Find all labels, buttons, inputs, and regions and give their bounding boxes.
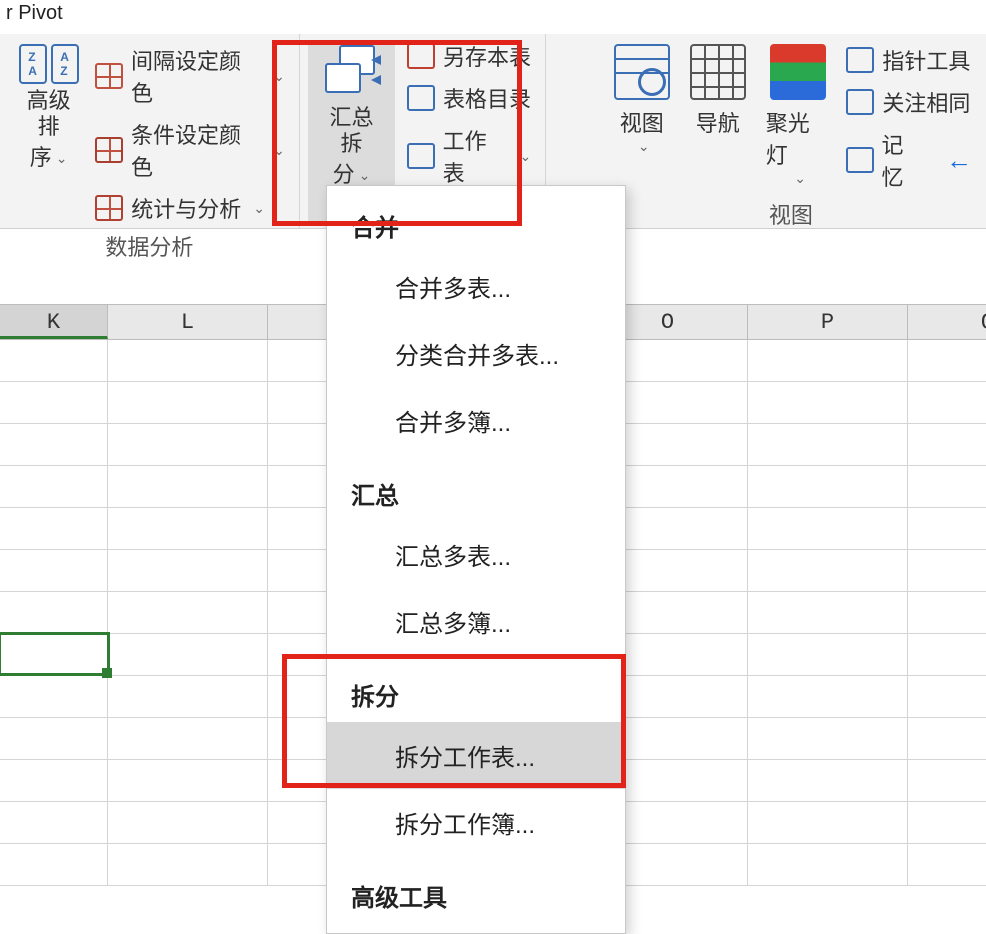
summary-split-label-1: 汇总拆 xyxy=(319,105,384,158)
view-label: 视图 xyxy=(620,106,664,138)
save-as-icon xyxy=(407,43,435,69)
table-toc-label: 表格目录 xyxy=(443,82,531,114)
chevron-down-icon: ⌄ xyxy=(359,167,371,184)
arrow-left-icon: ← xyxy=(946,145,972,176)
view-far-list: 指针工具 关注相同 记忆 ← xyxy=(840,44,978,192)
title-bar: r Pivot xyxy=(0,0,986,34)
sort-label-1: 高级排 xyxy=(16,88,81,141)
chevron-down-icon: ⌄ xyxy=(56,150,68,167)
conditional-color-button[interactable]: 条件设定颜色 ⌄ xyxy=(95,118,285,182)
condition-icon xyxy=(95,137,123,163)
split-icon xyxy=(325,45,377,101)
fill-handle[interactable] xyxy=(102,668,112,678)
stats-analysis-button[interactable]: 统计与分析 ⌄ xyxy=(95,192,285,224)
dd-section-summary: 汇总 xyxy=(327,454,625,521)
chevron-down-icon: ⌄ xyxy=(273,68,285,85)
focus-same-button[interactable]: 关注相同 xyxy=(846,86,972,118)
spotlight-icon xyxy=(770,44,826,100)
column-header-Q[interactable]: Q xyxy=(908,305,986,339)
worksheet-button[interactable]: 工作表 ⌄ xyxy=(407,124,531,188)
column-header-P[interactable]: P xyxy=(748,305,908,339)
app-title: r Pivot xyxy=(6,2,63,24)
nav-button[interactable]: 导航 xyxy=(680,44,756,192)
dd-item-summary-tables[interactable]: 汇总多表... xyxy=(327,521,625,588)
dd-item-summary-workbooks[interactable]: 汇总多簿... xyxy=(327,588,625,655)
memory-button[interactable]: 记忆 ← xyxy=(846,128,972,192)
nav-label: 导航 xyxy=(696,106,740,138)
interval-color-button[interactable]: 间隔设定颜色 ⌄ xyxy=(95,44,285,108)
active-cell[interactable] xyxy=(0,632,110,676)
chevron-down-icon: ⌄ xyxy=(253,200,265,217)
column-header-K[interactable]: K xyxy=(0,305,108,339)
pointer-tool-label: 指针工具 xyxy=(882,44,970,76)
interval-color-label: 间隔设定颜色 xyxy=(131,44,261,108)
worksheet-icon xyxy=(407,143,435,169)
save-as-table-label: 另存本表 xyxy=(443,40,531,72)
dd-item-merge-tables[interactable]: 合并多表... xyxy=(327,253,625,320)
dd-section-advanced: 高级工具 xyxy=(327,856,625,923)
chevron-down-icon: ⌄ xyxy=(520,148,532,165)
dd-item-split-workbook[interactable]: 拆分工作簿... xyxy=(327,789,625,856)
chevron-down-icon: ⌄ xyxy=(273,142,285,159)
table-toc-button[interactable]: 表格目录 xyxy=(407,82,531,114)
worksheet-label: 工作表 xyxy=(443,124,508,188)
dd-section-merge: 合并 xyxy=(327,186,625,253)
memory-icon xyxy=(846,147,873,173)
group-view: 视图 ⌄ 导航 聚光灯 ⌄ 指针工具 xyxy=(596,34,986,228)
stats-icon xyxy=(95,195,123,221)
sort-label-2: 序 xyxy=(30,145,52,171)
nav-icon xyxy=(690,44,746,100)
spotlight-button[interactable]: 聚光灯 ⌄ xyxy=(756,44,841,192)
grid-icon xyxy=(95,63,123,89)
chevron-down-icon: ⌄ xyxy=(794,170,806,187)
toc-icon xyxy=(407,85,435,111)
dd-section-split: 拆分 xyxy=(327,655,625,722)
view-button[interactable]: 视图 ⌄ xyxy=(604,44,680,192)
summary-split-dropdown: 合并 合并多表... 分类合并多表... 合并多簿... 汇总 汇总多表... … xyxy=(326,185,626,934)
chevron-down-icon: ⌄ xyxy=(638,138,650,155)
spotlight-label: 聚光灯 xyxy=(766,106,831,170)
group-label-analysis: 数据分析 xyxy=(8,224,291,264)
dd-item-category-merge[interactable]: 分类合并多表... xyxy=(327,320,625,387)
dd-item-split-worksheet[interactable]: 拆分工作表... xyxy=(327,722,625,789)
memory-label: 记忆 xyxy=(882,128,924,192)
sort-icon: ZA AZ xyxy=(19,44,79,84)
pointer-tool-button[interactable]: 指针工具 xyxy=(846,44,972,76)
stats-analysis-label: 统计与分析 xyxy=(131,192,241,224)
conditional-color-label: 条件设定颜色 xyxy=(131,118,261,182)
focus-same-label: 关注相同 xyxy=(882,86,970,118)
dd-item-merge-workbooks[interactable]: 合并多簿... xyxy=(327,387,625,454)
analysis-list: 间隔设定颜色 ⌄ 条件设定颜色 ⌄ 统计与分析 ⌄ xyxy=(89,44,291,224)
pointer-icon xyxy=(846,47,874,73)
focus-icon xyxy=(846,89,874,115)
column-header-L[interactable]: L xyxy=(108,305,268,339)
group-label-view: 视图 xyxy=(604,192,978,232)
save-as-table-button[interactable]: 另存本表 xyxy=(407,40,531,72)
view-icon xyxy=(614,44,670,100)
group-data-analysis: ZA AZ 高级排 序⌄ 间隔设定颜色 ⌄ 条件设定颜色 ⌄ xyxy=(0,34,300,228)
advanced-sort-button[interactable]: ZA AZ 高级排 序⌄ xyxy=(8,44,89,224)
